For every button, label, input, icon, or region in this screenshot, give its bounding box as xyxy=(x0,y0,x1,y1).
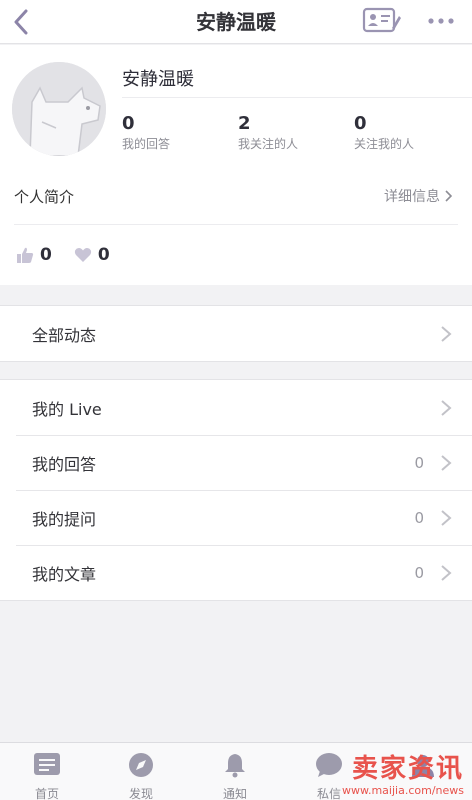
stat-value: 0 xyxy=(122,113,135,134)
tab-label: 发现 xyxy=(128,787,153,800)
chevron-right-icon xyxy=(441,510,452,526)
my-content-section: 我的 Live 我的回答 0 我的提问 0 我的文章 0 xyxy=(0,379,472,601)
bio-label: 个人简介 xyxy=(14,188,75,206)
activity-section: 全部动态 xyxy=(0,305,472,362)
chevron-right-icon xyxy=(441,400,452,416)
divider xyxy=(14,224,458,225)
stat-label: 我的回答 xyxy=(122,137,171,151)
list-item-label: 我的回答 xyxy=(32,454,97,474)
profile-card-edit-icon xyxy=(362,7,401,33)
default-avatar-icon xyxy=(12,62,106,156)
watermark-text: 卖家资讯 xyxy=(351,754,464,784)
list-item-my-answers[interactable]: 我的回答 0 xyxy=(0,435,472,490)
tab-notifications[interactable]: 通知 xyxy=(188,743,282,800)
thumbs-up-icon xyxy=(17,247,34,263)
chevron-right-icon xyxy=(445,190,452,202)
home-list-icon xyxy=(34,753,60,775)
watermark-url: www.maijia.com/news xyxy=(341,784,464,797)
stat-answers[interactable]: 0 我的回答 xyxy=(122,113,170,153)
more-dots-icon xyxy=(428,18,454,24)
profile-card: 安静温暖 0 我的回答 2 我关注的人 0 关注我的人 个人简介 详细信息 0 xyxy=(0,45,472,285)
list-item-my-live[interactable]: 我的 Live xyxy=(0,380,472,435)
edit-profile-button[interactable] xyxy=(362,6,402,34)
thanks-stat: 0 xyxy=(74,245,110,265)
chevron-right-icon xyxy=(441,326,452,342)
list-item-count: 0 xyxy=(414,508,424,527)
list-item-my-articles[interactable]: 我的文章 0 xyxy=(0,545,472,600)
bio-detail-label: 详细信息 xyxy=(384,189,440,205)
thanks-count: 0 xyxy=(97,245,110,265)
heart-icon xyxy=(74,247,91,262)
divider xyxy=(122,97,472,98)
more-button[interactable] xyxy=(424,6,458,34)
stat-followers[interactable]: 0 关注我的人 xyxy=(354,113,414,153)
list-item-label: 我的文章 xyxy=(32,564,97,584)
stat-value: 0 xyxy=(354,113,367,134)
stat-label: 我关注的人 xyxy=(238,137,299,151)
stat-label: 关注我的人 xyxy=(354,137,415,151)
bell-icon xyxy=(225,754,245,778)
list-item-my-questions[interactable]: 我的提问 0 xyxy=(0,490,472,545)
list-item-all-activity[interactable]: 全部动态 xyxy=(0,306,472,361)
list-item-count: 0 xyxy=(414,563,424,582)
watermark: 卖家资讯 www.maijia.com/news xyxy=(328,748,468,800)
username: 安静温暖 xyxy=(122,69,194,90)
bio-detail-link[interactable]: 详细信息 xyxy=(384,186,452,206)
list-item-label: 我的提问 xyxy=(32,509,97,529)
avatar[interactable] xyxy=(12,62,106,156)
tab-discover[interactable]: 发现 xyxy=(94,743,188,800)
list-item-label: 我的 Live xyxy=(32,399,102,419)
nav-bar: 安静温暖 xyxy=(0,0,472,44)
chevron-right-icon xyxy=(441,565,452,581)
tab-label: 通知 xyxy=(222,787,247,800)
compass-icon xyxy=(129,753,153,777)
likes-stat: 0 xyxy=(16,245,52,265)
list-item-label: 全部动态 xyxy=(32,325,97,345)
likes-count: 0 xyxy=(40,245,52,265)
tab-label: 首页 xyxy=(34,787,59,800)
chevron-right-icon xyxy=(441,455,452,471)
list-item-count: 0 xyxy=(414,453,424,472)
tab-home[interactable]: 首页 xyxy=(0,743,94,800)
reaction-stats: 0 0 xyxy=(16,245,132,265)
stat-following[interactable]: 2 我关注的人 xyxy=(238,113,298,153)
stat-value: 2 xyxy=(238,113,251,134)
